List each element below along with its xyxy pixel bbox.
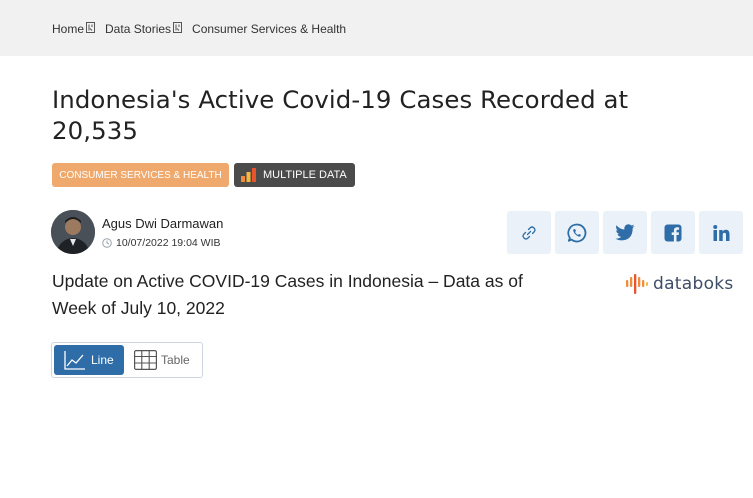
- line-chart-icon: [64, 351, 85, 370]
- twitter-icon: [615, 224, 635, 241]
- chart-bars-icon: [241, 168, 256, 182]
- breadcrumb-home-link[interactable]: Home: [52, 22, 84, 36]
- category-tag[interactable]: CONSUMER SERVICES & HEALTH: [52, 163, 229, 187]
- databoks-logo: databoks: [625, 272, 734, 296]
- post-date: 10/07/2022 19:04 WIB: [102, 236, 221, 250]
- table-view-tab[interactable]: Table: [134, 348, 190, 372]
- author-name[interactable]: Agus Dwi Darmawan: [102, 216, 223, 231]
- avatar-portrait-icon: [51, 210, 95, 254]
- breadcrumb-separator-icon: [173, 21, 183, 33]
- table-view-label: Table: [161, 353, 190, 367]
- multiple-data-tag[interactable]: MULTIPLE DATA: [234, 163, 355, 187]
- share-twitter-button[interactable]: [603, 211, 647, 254]
- facebook-icon: [664, 224, 682, 242]
- category-tag-label: CONSUMER SERVICES & HEALTH: [59, 169, 222, 181]
- databoks-logo-text: databoks: [653, 274, 734, 294]
- chart-subtitle: Update on Active COVID-19 Cases in Indon…: [52, 271, 523, 318]
- line-view-label: Line: [91, 353, 114, 367]
- share-link-button[interactable]: [507, 211, 551, 254]
- author-avatar[interactable]: [51, 210, 95, 254]
- post-date-text: 10/07/2022 19:04 WIB: [116, 237, 221, 249]
- breadcrumb-current: Consumer Services & Health: [192, 22, 347, 36]
- share-linkedin-button[interactable]: [699, 211, 743, 254]
- table-grid-icon: [134, 350, 157, 370]
- link-icon: [522, 225, 536, 240]
- share-whatsapp-button[interactable]: [555, 211, 599, 254]
- line-view-tab[interactable]: Line: [54, 345, 124, 375]
- multiple-data-tag-label: MULTIPLE DATA: [263, 169, 347, 181]
- view-toggle: Line Table: [51, 342, 203, 378]
- page-title: Indonesia's Active Covid-19 Cases Record…: [52, 85, 629, 145]
- breadcrumb-data-stories-link[interactable]: Data Stories: [105, 22, 171, 36]
- breadcrumb-bar: Home Data Stories Consumer Services & He…: [0, 0, 753, 56]
- linkedin-icon: [712, 224, 729, 241]
- breadcrumb: Home Data Stories Consumer Services & He…: [52, 21, 346, 37]
- clock-icon: [102, 238, 112, 248]
- databoks-logo-mark-icon: [626, 274, 648, 294]
- share-facebook-button[interactable]: [651, 211, 695, 254]
- whatsapp-icon: [567, 223, 587, 242]
- breadcrumb-separator-icon: [86, 21, 96, 33]
